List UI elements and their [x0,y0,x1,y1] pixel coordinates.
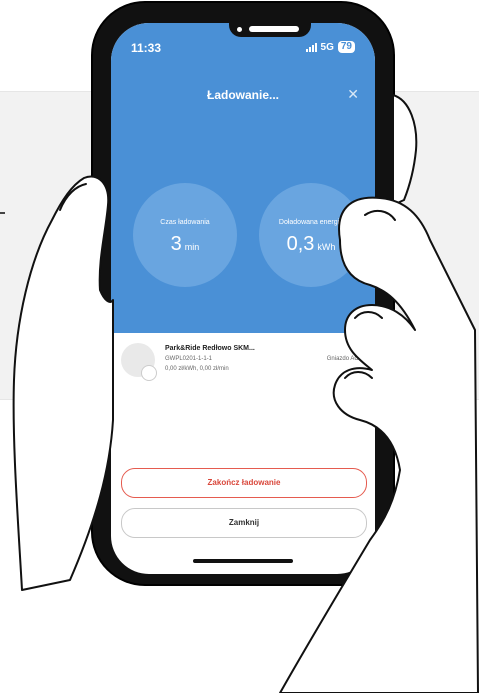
station-card: Park&Ride Redłowo SKM... GWPL0201-1-1-1 … [111,333,375,403]
close-icon[interactable]: ✕ [347,86,359,103]
connector-type: Gniazdo AC Typ 2 [326,356,375,362]
home-indicator [193,559,293,563]
energy-label: Doładowana energia [278,219,344,226]
stop-charging-button[interactable]: Zakończ ładowanie [121,468,367,498]
page-title: Ładowanie... [206,88,279,102]
connector-icon [141,365,157,381]
network-type: 5G [320,41,334,53]
dynamic-island [229,23,311,37]
charging-time-value: 3 min [170,233,200,255]
signal-icon [305,42,317,52]
station-name: Park&Ride Redłowo SKM... [165,345,255,352]
phone-frame: 11:33 5G 79 Ładowanie... ✕ Czas ładowani… [93,3,393,584]
status-bar: 11:33 5G 79 [111,41,375,59]
status-time: 11:33 [131,41,162,55]
station-power: 22 [367,345,375,352]
energy-value: 0,3 kWh [286,233,336,255]
battery-icon: 79 [337,41,355,53]
phone-screen: 11:33 5G 79 Ładowanie... ✕ Czas ładowani… [111,23,375,574]
charging-time-stat: Czas ładowania 3 min [133,183,237,287]
status-indicators: 5G 79 [305,41,355,53]
close-button[interactable]: Zamknij [121,508,367,538]
energy-stat: Doładowana energia 0,3 kWh [259,183,363,287]
background-mark [0,212,5,214]
station-price: 0,00 zł/kWh, 0,00 zł/min [165,366,229,372]
station-id: GWPL0201-1-1-1 [165,356,213,362]
charging-header-area [111,23,375,333]
charging-time-label: Czas ładowania [160,219,210,226]
